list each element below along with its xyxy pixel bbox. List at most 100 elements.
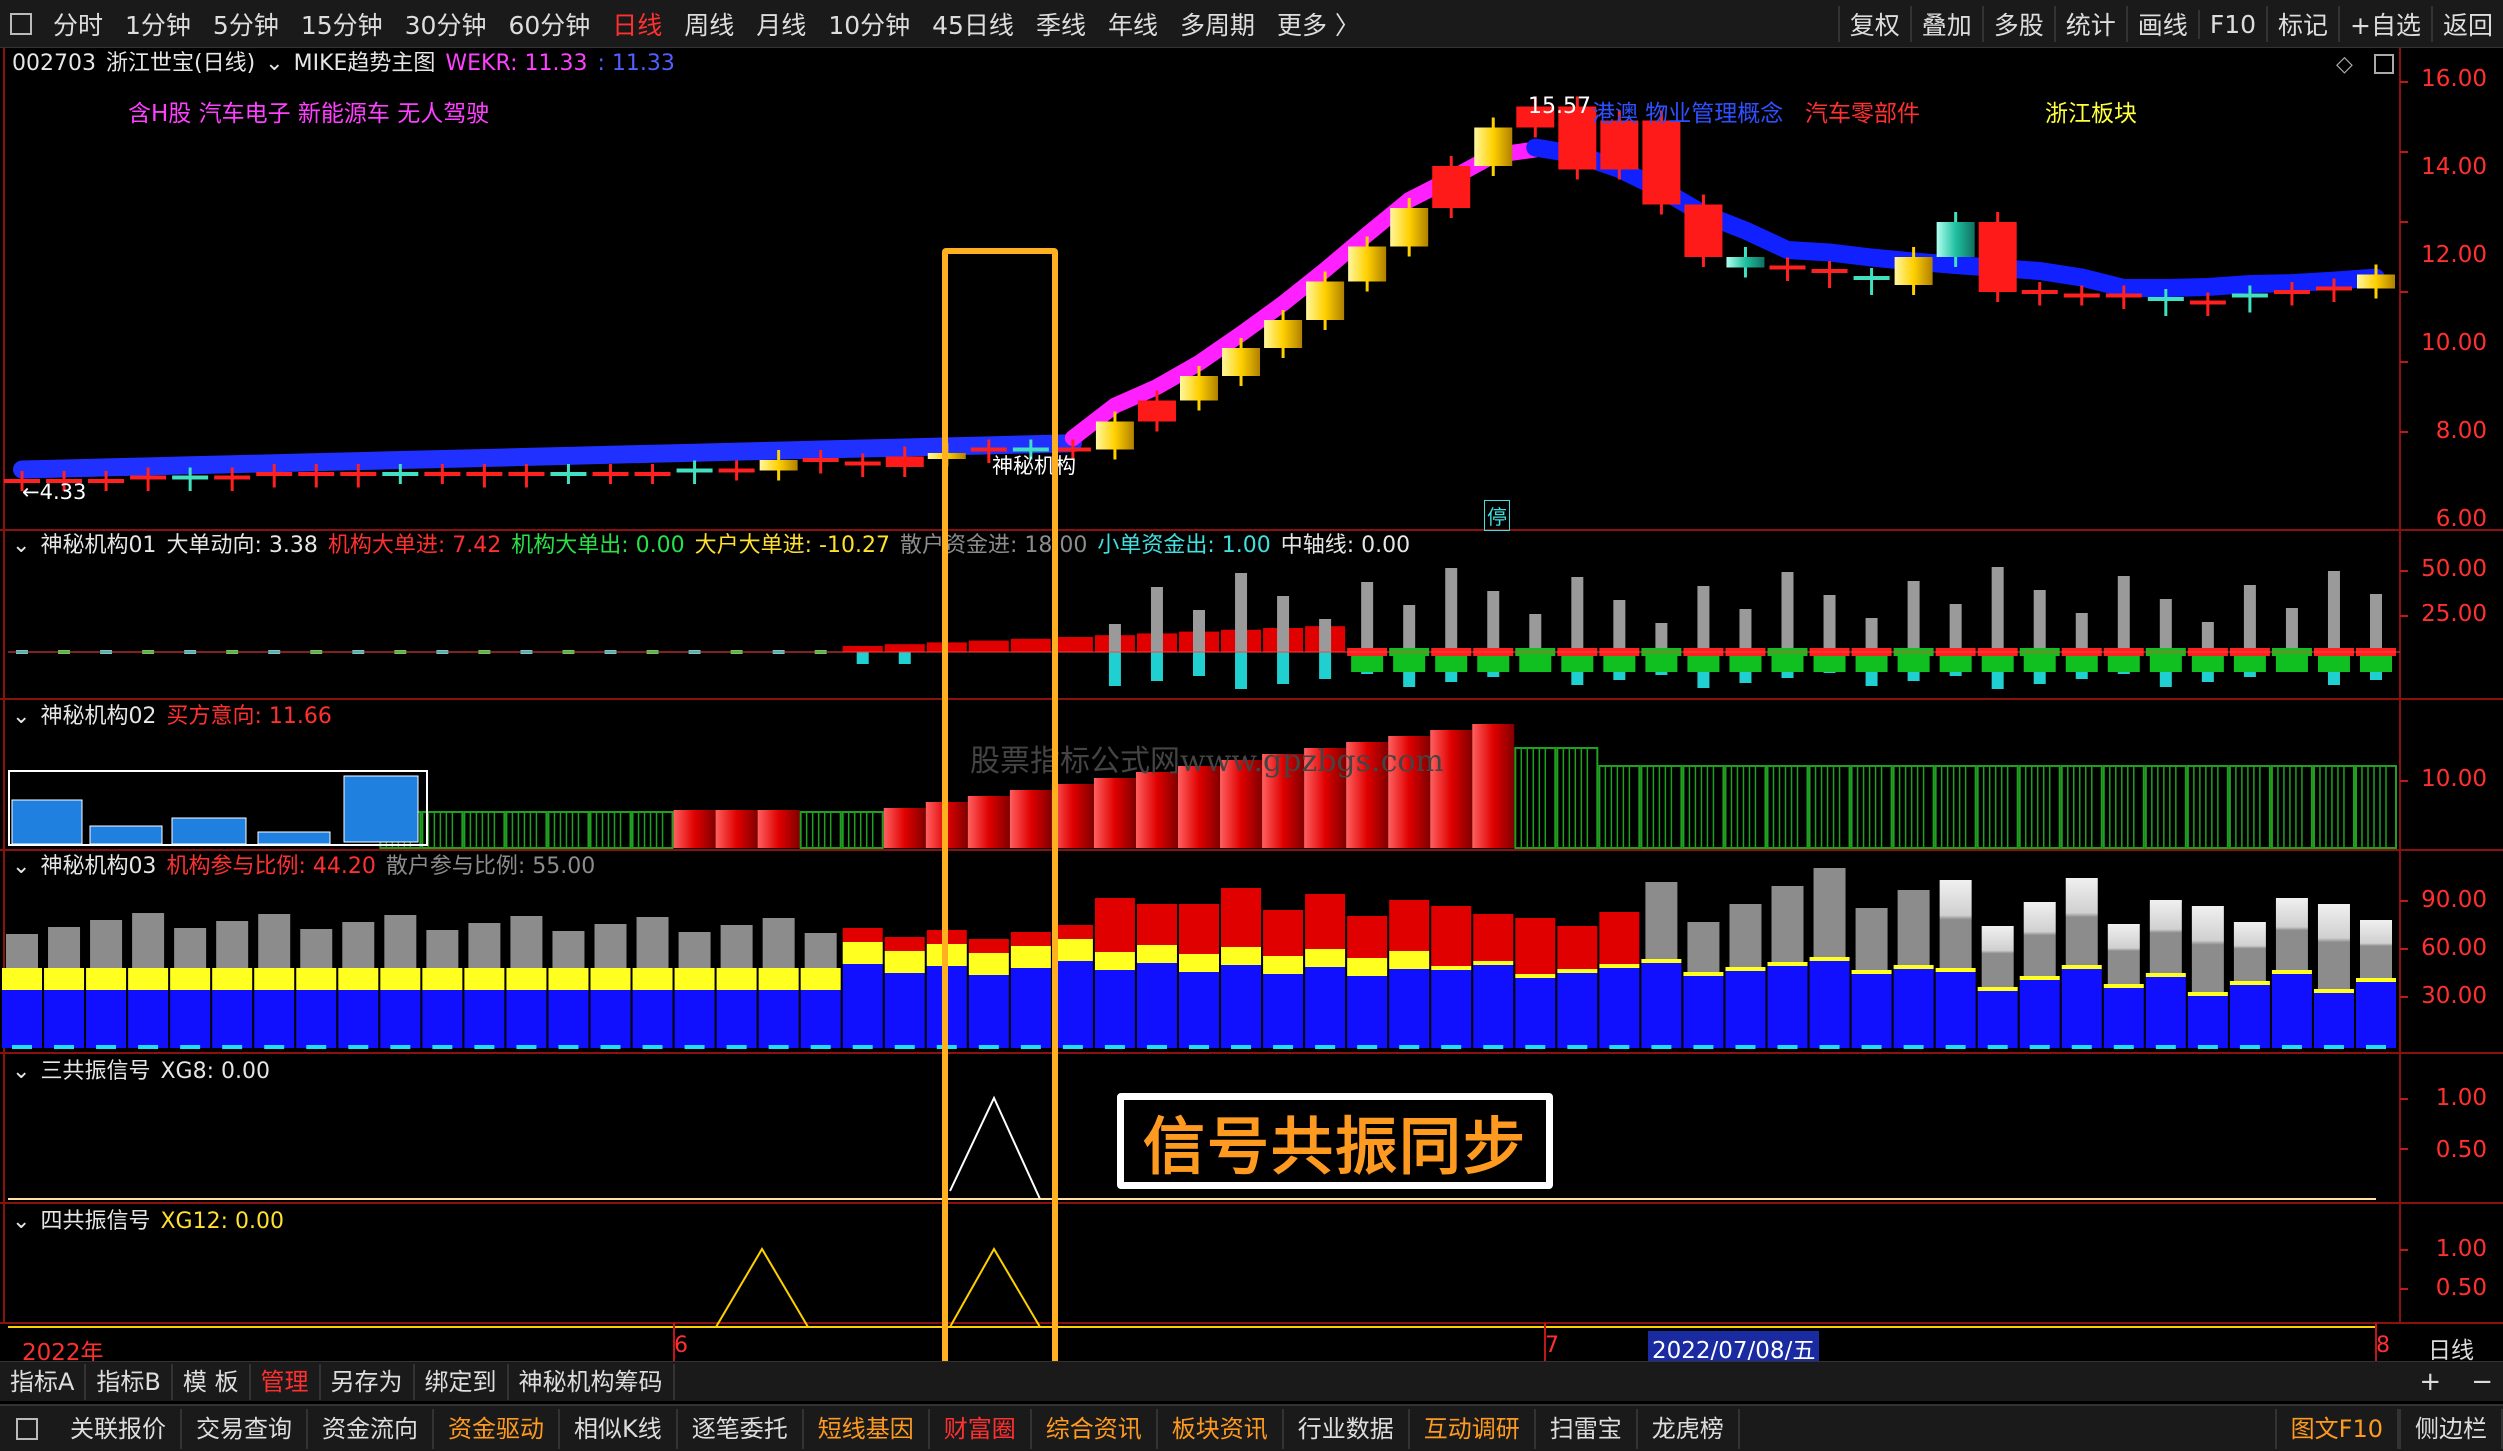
period-tab-7[interactable]: 周线 [673, 6, 745, 42]
p3-gray [1981, 926, 2014, 987]
top-right-button-4[interactable]: 画线 [2125, 6, 2198, 42]
period-tab-12[interactable]: 年线 [1097, 6, 1169, 42]
collapse-icon[interactable]: ⌄ [12, 1059, 30, 1084]
candle-body [2189, 300, 2226, 305]
p3-blue [1263, 974, 1304, 1048]
function-button-7[interactable]: 财富圈 [930, 1408, 1032, 1449]
candle-body [1222, 348, 1261, 376]
top-right-button-3[interactable]: 统计 [2053, 6, 2126, 42]
function-button-10[interactable]: 行业数据 [1284, 1408, 1410, 1449]
side-button-1[interactable]: 侧边栏 [2399, 1408, 2503, 1449]
indicator-tab-4[interactable]: 另存为 [321, 1363, 415, 1400]
period-tab-14[interactable]: 更多 〉 [1266, 6, 1371, 42]
p3-blue [2313, 993, 2354, 1048]
p3-red [1389, 900, 1430, 951]
function-button-11[interactable]: 互动调研 [1410, 1408, 1536, 1449]
p1-retail [1487, 591, 1500, 652]
period-tab-1[interactable]: 1分钟 [114, 6, 202, 42]
p3-cyan [1146, 1045, 1167, 1049]
p3-blue [86, 990, 127, 1048]
p1-retail [2285, 608, 2298, 652]
p1-retail [2117, 576, 2130, 652]
function-button-9[interactable]: 板块资讯 [1158, 1408, 1284, 1449]
main-chart-header: 002703 浙江世宝(日线) ⌄ MIKE趋势主图 WEKR: 11.33: 11.3… [12, 50, 685, 78]
legend-box [8, 770, 428, 846]
period-tab-10[interactable]: 45日线 [921, 6, 1025, 42]
p3-blue [1893, 969, 1934, 1048]
collapse-icon[interactable]: ⌄ [265, 51, 283, 76]
period-tab-2[interactable]: 5分钟 [202, 6, 290, 42]
top-right-button-6[interactable]: 标记 [2266, 6, 2338, 42]
period-tab-9[interactable]: 10分钟 [817, 6, 921, 42]
function-button-1[interactable]: 交易查询 [182, 1408, 308, 1449]
p3-blue [2271, 974, 2312, 1048]
period-tab-4[interactable]: 30分钟 [394, 6, 498, 42]
zoom-button-0[interactable]: + [2419, 1367, 2441, 1397]
panel1-item-1: 机构大单进: 7.42 [327, 533, 502, 558]
function-button-8[interactable]: 综合资讯 [1032, 1408, 1158, 1449]
period-tab-6[interactable]: 日线 [601, 6, 673, 42]
function-button-12[interactable]: 扫雷宝 [1536, 1408, 1638, 1449]
period-tab-3[interactable]: 15分钟 [290, 6, 394, 42]
function-button-4[interactable]: 相似K线 [560, 1408, 678, 1449]
collapse-icon[interactable]: ⌄ [12, 533, 30, 558]
period-tab-0[interactable]: 分时 [42, 6, 114, 42]
top-right-button-2[interactable]: 多股 [1981, 6, 2054, 42]
window-menu-icon[interactable] [10, 12, 32, 35]
main-indicator-name[interactable]: MIKE趋势主图 [294, 51, 436, 76]
p3-blue [1389, 969, 1430, 1048]
indicator-tab-0[interactable]: 指标A [0, 1363, 87, 1400]
function-button-3[interactable]: 资金驱动 [434, 1408, 560, 1449]
period-tab-8[interactable]: 月线 [745, 6, 817, 42]
indicator-tab-2[interactable]: 模 板 [173, 1363, 251, 1400]
p3-blue [2145, 977, 2186, 1048]
function-button-6[interactable]: 短线基因 [804, 1408, 930, 1449]
p3-gray [1687, 922, 1720, 972]
p2-bar-red [883, 808, 926, 848]
indicator-tab-1[interactable]: 指标B [86, 1363, 173, 1400]
top-right-button-7[interactable]: +自选 [2338, 6, 2431, 42]
panel5-title[interactable]: 四共振信号 [40, 1209, 150, 1234]
collapse-icon[interactable]: ⌄ [12, 1209, 30, 1234]
period-label[interactable]: 日线 [2428, 1331, 2474, 1365]
collapse-icon[interactable]: ⌄ [12, 704, 30, 729]
panel4-title[interactable]: 三共振信号 [40, 1059, 150, 1084]
p1-retail [1823, 595, 1836, 652]
p3-yellow [2145, 973, 2186, 977]
function-button-2[interactable]: 资金流向 [308, 1408, 434, 1449]
wekr-value2: : 11.33 [597, 51, 675, 76]
panel1-title[interactable]: 神秘机构01 [40, 533, 156, 558]
period-tab-5[interactable]: 60分钟 [497, 6, 601, 42]
panel2-title[interactable]: 神秘机构02 [40, 704, 156, 729]
side-button-0[interactable]: 图文F10 [2274, 1408, 2399, 1449]
panel3-title[interactable]: 神秘机构03 [40, 854, 156, 879]
indicator-tab-6[interactable]: 神秘机构筹码 [509, 1363, 675, 1400]
indicator-tab-3[interactable]: 管理 [251, 1363, 321, 1400]
period-tab-11[interactable]: 季线 [1025, 6, 1097, 42]
indicator-tab-5[interactable]: 绑定到 [415, 1363, 509, 1400]
zoom-button-1[interactable]: − [2471, 1367, 2493, 1397]
p3-blue [1431, 970, 1472, 1048]
candle-body [2273, 290, 2310, 294]
top-right-button-0[interactable]: 复权 [1837, 6, 1910, 42]
diamond-icon[interactable]: ◇ [2336, 52, 2353, 77]
layout-icon[interactable] [16, 1417, 38, 1440]
p3-cyan [306, 1045, 327, 1049]
candle-body [2315, 286, 2352, 291]
p3-blue [2103, 988, 2144, 1048]
panel-toggle-icon[interactable] [2374, 54, 2394, 74]
p3-gray [1897, 890, 1930, 965]
p3-cyan [516, 1045, 537, 1049]
function-button-13[interactable]: 龙虎榜 [1638, 1408, 1740, 1449]
top-right-button-5[interactable]: F10 [2197, 9, 2266, 39]
period-tab-13[interactable]: 多周期 [1169, 6, 1266, 42]
p3-cyan [1651, 1045, 1672, 1049]
function-button-0[interactable]: 关联报价 [56, 1408, 182, 1449]
collapse-icon[interactable]: ⌄ [12, 854, 30, 879]
p3-gray [216, 921, 249, 968]
top-right-button-1[interactable]: 叠加 [1909, 6, 1982, 42]
top-right-button-8[interactable]: 返回 [2430, 6, 2503, 42]
function-button-5[interactable]: 逐笔委托 [678, 1408, 804, 1449]
p3-yellow [2187, 992, 2228, 996]
p3-blue [2019, 980, 2060, 1048]
